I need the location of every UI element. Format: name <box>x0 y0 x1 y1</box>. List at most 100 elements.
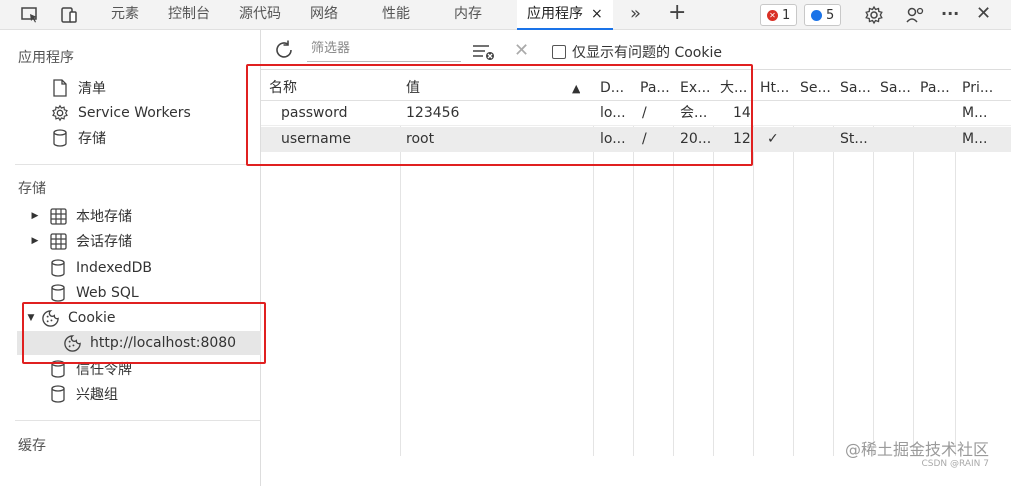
sidebar-item-web-sql-label: Web SQL <box>76 285 139 301</box>
tab-memory[interactable]: 内存 <box>454 0 482 30</box>
error-count-badge[interactable]: ✕ 1 <box>760 4 798 26</box>
sidebar-divider <box>15 164 260 165</box>
section-cache-title: 缓存 <box>18 438 46 454</box>
only-issues-filter[interactable]: 仅显示有问题的 Cookie <box>552 42 722 62</box>
sidebar-item-local-storage[interactable]: ▶ 本地存储 <box>30 204 132 228</box>
add-tab-icon[interactable]: + <box>668 0 686 30</box>
cookie-priority: M... <box>962 131 988 147</box>
table-header-row: 名称 值 ▲ D... Pa... Ex... 大... Ht... Se...… <box>261 76 1011 101</box>
sidebar-item-session-storage[interactable]: ▶ 会话存储 <box>30 229 132 253</box>
database-icon <box>48 384 68 404</box>
clear-all-icon[interactable] <box>471 41 495 61</box>
message-icon <box>811 9 822 21</box>
application-sidebar: 应用程序 清单 Service Workers 存储 存储 ▶ 本地存储 ▶ 会… <box>0 30 261 486</box>
column-header-size[interactable]: 大... <box>720 76 747 101</box>
database-icon <box>48 283 68 303</box>
sidebar-item-storage-overview[interactable]: 存储 <box>50 126 106 150</box>
grid-table-icon <box>48 231 68 251</box>
cookie-size: 12 <box>733 131 751 147</box>
sidebar-item-indexeddb-label: IndexedDB <box>76 260 152 276</box>
cookie-domain: lo... <box>600 131 626 147</box>
watermark: @稀土掘金技术社区 CSDN @RAIN 7 <box>845 442 989 472</box>
devtools-tab-bar: 元素 控制台 源代码 网络 性能 内存 应用程序 × » + ✕ 1 5 ··· … <box>0 0 1011 30</box>
cookie-httponly: ✓ <box>767 131 779 147</box>
watermark-main: @稀土掘金技术社区 <box>844 440 989 459</box>
column-header-sameparty[interactable]: Sa... <box>880 76 911 101</box>
settings-gear-icon[interactable] <box>862 3 886 27</box>
cookie-priority: M... <box>962 105 988 121</box>
column-header-path[interactable]: Pa... <box>640 76 670 101</box>
column-header-domain[interactable]: D... <box>600 76 624 101</box>
cookie-samesite: St... <box>840 131 868 147</box>
document-icon <box>50 78 70 98</box>
tab-application[interactable]: 应用程序 × <box>517 0 613 30</box>
cookie-domain: lo... <box>600 105 626 121</box>
database-icon <box>48 359 68 379</box>
cookie-value: 123456 <box>406 105 460 121</box>
sidebar-item-manifest-label: 清单 <box>78 81 106 97</box>
section-application-title: 应用程序 <box>18 50 74 66</box>
refresh-icon[interactable] <box>273 39 295 61</box>
column-header-name[interactable]: 名称 <box>269 76 297 101</box>
cookie-icon <box>62 333 82 353</box>
tab-network[interactable]: 网络 <box>310 0 338 30</box>
column-header-samesite[interactable]: Sa... <box>840 76 871 101</box>
table-row[interactable]: username root lo... / 20... 12 ✓ St... M… <box>261 127 1011 152</box>
sidebar-item-cookie-origin[interactable]: http://localhost:8080 <box>17 331 261 355</box>
cookie-icon <box>40 308 60 328</box>
column-header-expires[interactable]: Ex... <box>680 76 710 101</box>
sidebar-item-interest-groups[interactable]: 兴趣组 <box>48 382 118 406</box>
sidebar-divider <box>15 420 260 421</box>
column-header-value[interactable]: 值 <box>406 76 420 101</box>
tab-performance[interactable]: 性能 <box>382 0 410 30</box>
column-header-secure[interactable]: Se... <box>800 76 831 101</box>
error-count: 1 <box>782 7 791 23</box>
sidebar-item-web-sql[interactable]: Web SQL <box>48 281 139 305</box>
sidebar-item-trust-tokens[interactable]: 信任令牌 <box>48 357 132 381</box>
grid-table-icon <box>48 206 68 226</box>
gear-icon <box>50 103 70 123</box>
tab-elements[interactable]: 元素 <box>111 0 139 30</box>
collapse-arrow-icon[interactable]: ▼ <box>26 313 36 323</box>
close-tab-icon[interactable]: × <box>591 6 603 22</box>
sort-ascending-icon: ▲ <box>572 82 581 95</box>
column-header-httponly[interactable]: Ht... <box>760 76 789 101</box>
sidebar-item-cookies-label: Cookie <box>68 310 116 326</box>
cookie-size: 14 <box>733 105 751 121</box>
tab-application-label: 应用程序 <box>527 6 583 22</box>
watermark-sub: CSDN @RAIN 7 <box>921 459 989 469</box>
cookie-path: / <box>642 131 647 147</box>
sidebar-item-cookie-origin-label: http://localhost:8080 <box>90 335 237 351</box>
cookie-expires: 20... <box>680 131 712 147</box>
message-count-badge[interactable]: 5 <box>804 4 842 26</box>
expand-arrow-icon[interactable]: ▶ <box>30 236 40 246</box>
column-header-priority[interactable]: Pri... <box>962 76 993 101</box>
expand-arrow-icon[interactable]: ▶ <box>30 211 40 221</box>
inspect-element-icon[interactable] <box>18 3 42 27</box>
section-storage-title: 存储 <box>18 181 46 197</box>
tab-sources[interactable]: 源代码 <box>239 0 281 30</box>
database-icon <box>50 128 70 148</box>
more-options-icon[interactable]: ··· <box>941 0 959 30</box>
sidebar-item-session-storage-label: 会话存储 <box>76 234 132 250</box>
sidebar-item-service-workers[interactable]: Service Workers <box>50 101 191 125</box>
delete-selected-icon[interactable]: ✕ <box>514 41 534 61</box>
message-count: 5 <box>826 7 835 23</box>
close-devtools-icon[interactable]: ✕ <box>976 0 991 30</box>
connection-icon[interactable] <box>903 3 927 27</box>
only-issues-checkbox[interactable] <box>552 45 566 59</box>
cookie-toolbar: ✕ 仅显示有问题的 Cookie <box>261 30 1011 70</box>
column-header-partition-key[interactable]: Pa... <box>920 76 950 101</box>
tab-console[interactable]: 控制台 <box>168 0 210 30</box>
filter-input[interactable] <box>307 36 461 62</box>
sidebar-item-manifest[interactable]: 清单 <box>50 76 106 100</box>
more-tabs-icon[interactable]: » <box>630 0 641 30</box>
table-row[interactable]: password 123456 lo... / 会... 14 M... <box>261 101 1011 126</box>
sidebar-item-indexeddb[interactable]: IndexedDB <box>48 256 152 280</box>
sidebar-item-cookies[interactable]: ▼ Cookie <box>26 306 116 330</box>
sidebar-item-service-workers-label: Service Workers <box>78 105 191 121</box>
sidebar-item-trust-tokens-label: 信任令牌 <box>76 362 132 378</box>
device-emulation-icon[interactable] <box>57 3 81 27</box>
sidebar-item-local-storage-label: 本地存储 <box>76 209 132 225</box>
cookie-path: / <box>642 105 647 121</box>
